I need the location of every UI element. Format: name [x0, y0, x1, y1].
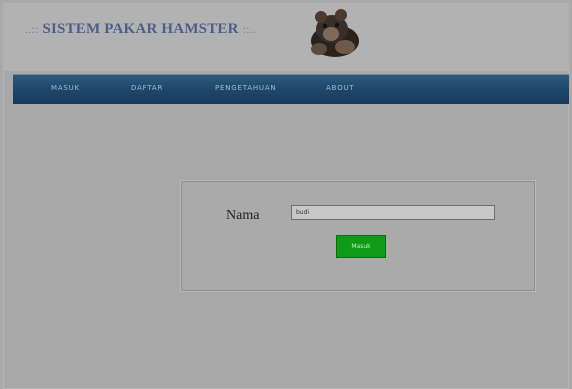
title-deco-left: ..:: — [25, 22, 39, 36]
header: ..:: SISTEM PAKAR HAMSTER ::.. — [3, 3, 569, 71]
name-label: Nama — [226, 208, 260, 223]
site-title: ..:: SISTEM PAKAR HAMSTER ::.. — [25, 21, 256, 38]
site-title-text: SISTEM PAKAR HAMSTER — [42, 21, 239, 37]
nav-item-about[interactable]: ABOUT — [326, 84, 354, 92]
nav-item-pengetahuan[interactable]: PENGETAHUAN — [215, 84, 276, 92]
nav-item-daftar[interactable]: DAFTAR — [131, 84, 163, 92]
hamster-logo-icon — [311, 9, 359, 57]
login-panel: Nama budi Masuk — [181, 181, 535, 291]
name-input[interactable]: budi — [291, 205, 495, 220]
page-frame: ..:: SISTEM PAKAR HAMSTER ::.. MASUK DAF… — [3, 3, 569, 389]
submit-button[interactable]: Masuk — [336, 235, 386, 258]
nav-item-masuk[interactable]: MASUK — [51, 84, 80, 92]
title-deco-right: ::.. — [242, 22, 257, 36]
main-nav: MASUK DAFTAR PENGETAHUAN ABOUT — [13, 74, 569, 104]
